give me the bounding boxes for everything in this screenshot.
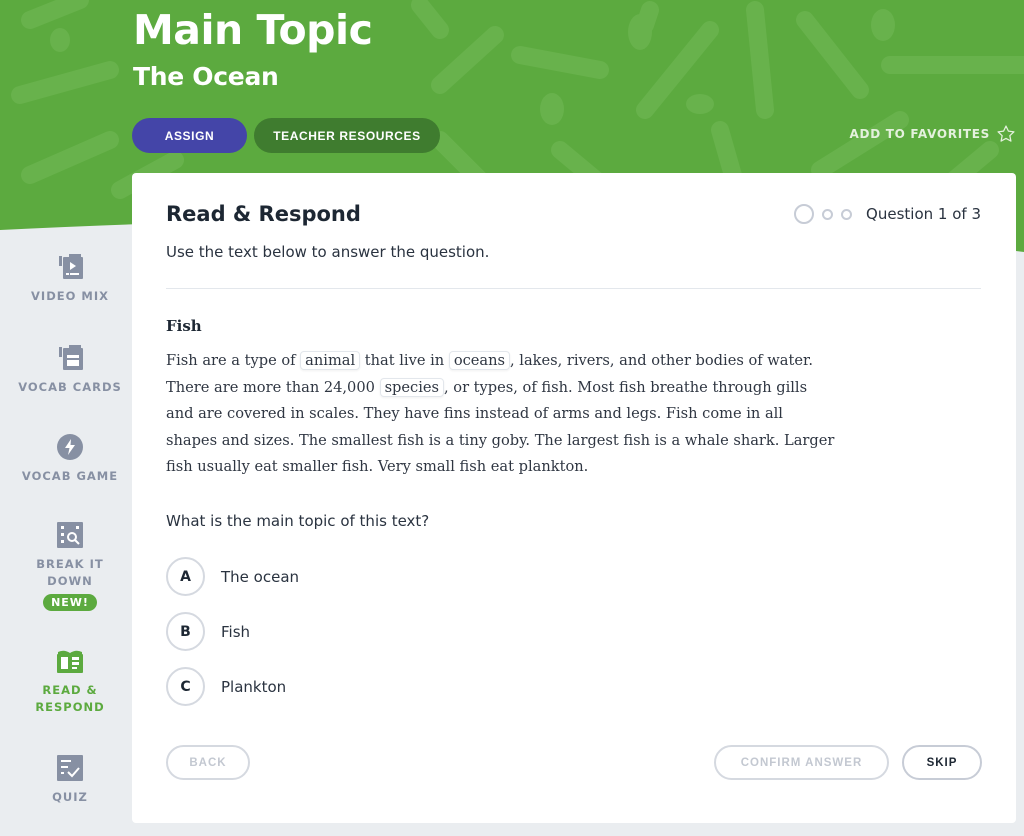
assign-button[interactable]: ASSIGN: [132, 118, 247, 153]
sidebar-label: READ & RESPOND: [35, 683, 105, 714]
add-to-favorites-label: ADD TO FAVORITES: [849, 127, 990, 141]
sidebar-item-read-respond[interactable]: READ & RESPOND: [0, 646, 140, 716]
question-progress: Question 1 of 3: [794, 204, 981, 224]
confirm-answer-button[interactable]: CONFIRM ANSWER: [714, 745, 889, 780]
divider: [166, 288, 981, 289]
option-letter[interactable]: A: [166, 557, 205, 596]
sidebar-label: VOCAB CARDS: [18, 380, 122, 394]
sidebar-label: VOCAB GAME: [21, 469, 119, 483]
vocab-word-animal[interactable]: animal: [300, 351, 361, 370]
star-icon: [997, 125, 1015, 142]
vocab-cards-icon: [55, 343, 85, 373]
sidebar-label: BREAK IT DOWN: [36, 557, 104, 588]
lightning-icon: [55, 432, 85, 462]
break-it-down-icon: [55, 520, 85, 550]
open-book-icon: [55, 646, 85, 676]
passage-segment: Fish are a type of: [166, 352, 301, 369]
vocab-word-oceans[interactable]: oceans: [448, 351, 511, 370]
read-respond-card: Read & Respond Use the text below to ans…: [132, 173, 1016, 823]
option-letter[interactable]: C: [166, 667, 205, 706]
sidebar-item-video-mix[interactable]: VIDEO MIX: [0, 252, 140, 305]
sidebar-label: QUIZ: [52, 790, 88, 804]
skip-button[interactable]: SKIP: [902, 745, 982, 780]
vocab-word-species[interactable]: species: [379, 377, 444, 397]
video-mix-icon: [55, 252, 85, 282]
answer-option-c[interactable]: C Plankton: [166, 667, 286, 706]
progress-dot: [822, 208, 834, 220]
passage-segment: that live in: [360, 352, 449, 369]
new-badge: NEW!: [43, 594, 97, 611]
quiz-checklist-icon: [55, 753, 85, 783]
sidebar-item-vocab-cards[interactable]: VOCAB CARDS: [0, 343, 140, 396]
option-text: Plankton: [221, 677, 287, 696]
page-subtitle: The Ocean: [133, 62, 279, 91]
passage-title: Fish: [166, 317, 202, 335]
progress-dot: [841, 208, 853, 220]
sidebar-label: VIDEO MIX: [31, 289, 109, 303]
passage-text: Fish are a type of animal that live in o…: [166, 348, 836, 481]
option-letter[interactable]: B: [166, 612, 205, 651]
answer-option-a[interactable]: A The ocean: [166, 557, 299, 596]
option-text: Fish: [221, 622, 251, 641]
add-to-favorites-button[interactable]: ADD TO FAVORITES: [850, 124, 1016, 144]
sidebar-item-vocab-game[interactable]: VOCAB GAME: [0, 432, 140, 485]
teacher-resources-button[interactable]: TEACHER RESOURCES: [254, 118, 440, 153]
option-text: The ocean: [221, 567, 300, 586]
progress-dot-current: [794, 204, 815, 224]
question-text: What is the main topic of this text?: [166, 512, 430, 530]
sidebar-item-break-it-down[interactable]: BREAK IT DOWN NEW!: [0, 520, 140, 611]
page-title: Main Topic: [133, 6, 373, 54]
sidebar-item-quiz[interactable]: QUIZ: [0, 753, 140, 806]
answer-option-b[interactable]: B Fish: [166, 612, 250, 651]
card-instructions: Use the text below to answer the questio…: [166, 243, 490, 261]
back-button[interactable]: BACK: [166, 745, 250, 780]
question-counter: Question 1 of 3: [866, 205, 981, 223]
card-title: Read & Respond: [166, 202, 361, 226]
